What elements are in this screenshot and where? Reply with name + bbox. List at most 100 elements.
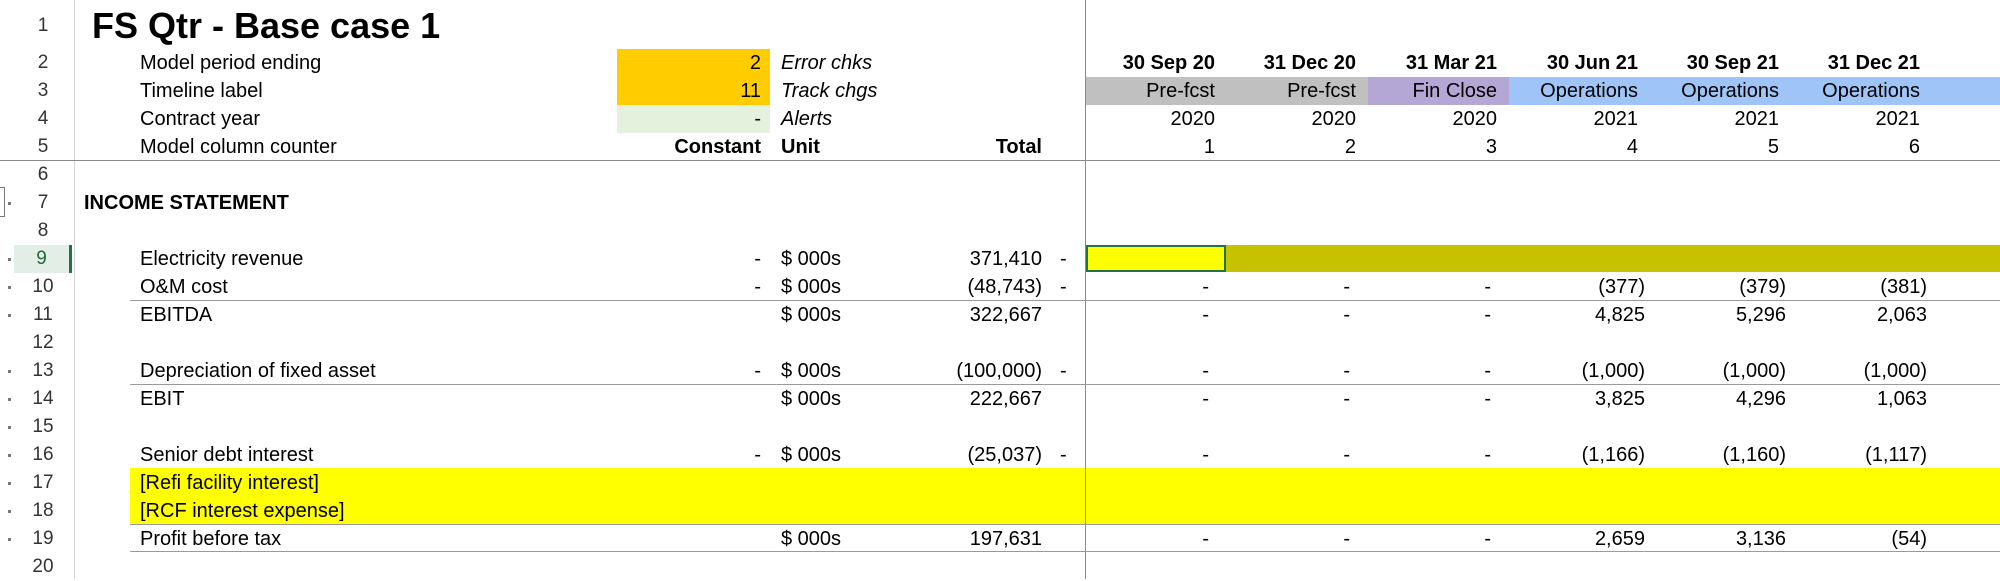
- row-number[interactable]: 19: [14, 525, 72, 553]
- total-header: Total: [995, 136, 1042, 158]
- period-value-cell: -: [1202, 360, 1209, 382]
- total-cell: 197,631: [969, 528, 1042, 550]
- total-cell: 322,667: [969, 304, 1042, 326]
- period-value-cell: 4,296: [1735, 388, 1786, 410]
- outline-level-dot[interactable]: [8, 454, 11, 457]
- row-number[interactable]: 10: [14, 273, 72, 301]
- outline-level-dot[interactable]: [8, 370, 11, 373]
- outline-level-dot[interactable]: [8, 426, 11, 429]
- row-label-refi-facility-interest: [Refi facility interest]: [140, 472, 319, 494]
- row-label-profit-before-tax: Profit before tax: [140, 528, 282, 550]
- period-value-cell: -: [1484, 304, 1491, 326]
- sheet-title: FS Qtr - Base case 1: [92, 5, 441, 46]
- row-number[interactable]: 18: [14, 497, 72, 525]
- outline-level-dot[interactable]: [8, 482, 11, 485]
- period-value-cell: -: [1202, 304, 1209, 326]
- constant-cell: -: [754, 360, 761, 382]
- period-value-cell: 4,825: [1594, 304, 1645, 326]
- label-model-period-ending: Model period ending: [140, 52, 322, 74]
- input-model-period[interactable]: 2: [617, 49, 761, 77]
- period-value-cell: (1,160): [1722, 444, 1786, 466]
- row-label-ebitda: EBITDA: [140, 304, 213, 326]
- period-value-cell: (377): [1598, 276, 1645, 298]
- row-label-ebit: EBIT: [140, 388, 185, 410]
- row-label-rcf-interest-expense: [RCF interest expense]: [140, 500, 345, 522]
- selected-cell[interactable]: [1086, 245, 1226, 272]
- unit-cell: $ 000s: [781, 276, 842, 298]
- row-number[interactable]: 17: [14, 469, 72, 497]
- section-heading-income-statement: INCOME STATEMENT: [84, 192, 289, 214]
- unit-cell: $ 000s: [781, 304, 842, 326]
- outline-level-dot[interactable]: [8, 398, 11, 401]
- unit-header: Unit: [781, 136, 820, 158]
- period-value-cell: (1,000): [1722, 360, 1786, 382]
- row-number[interactable]: 4: [14, 105, 72, 133]
- row-number[interactable]: 7: [14, 189, 72, 217]
- timeline-phase-label: Ope: [1881, 77, 2000, 105]
- period-value-cell: -: [1202, 444, 1209, 466]
- row-number[interactable]: 16: [14, 441, 72, 469]
- input-contract-year[interactable]: -: [617, 105, 761, 133]
- total-cell: (48,743): [967, 276, 1043, 298]
- contract-year-value: 2021: [1875, 108, 1921, 130]
- period-value-cell: 2,063: [1876, 304, 1927, 326]
- row-number[interactable]: 8: [14, 217, 72, 245]
- period-value-cell: -: [1484, 276, 1491, 298]
- placeholder-rows-highlight: [130, 468, 2000, 524]
- outline-level-dot[interactable]: [8, 258, 11, 261]
- outline-group-bracket[interactable]: [0, 187, 5, 217]
- period-value-cell: (379): [1739, 276, 1786, 298]
- row-number[interactable]: 12: [14, 329, 72, 357]
- period-value-cell: 5,296: [1735, 304, 1786, 326]
- period-value-cell: (1,117): [1865, 444, 1927, 466]
- row-label-senior-debt-interest: Senior debt interest: [140, 444, 314, 466]
- error-checks-label: Error chks: [781, 52, 873, 74]
- column-counter-value: 6: [1908, 136, 1920, 158]
- period-value-cell: (1,000): [1863, 360, 1927, 382]
- row-label-depreciation: Depreciation of fixed asset: [140, 360, 376, 382]
- period-value-cell: -: [1343, 360, 1350, 382]
- row-number[interactable]: 3: [14, 77, 72, 105]
- input-timeline[interactable]: 11: [617, 77, 761, 105]
- row-number[interactable]: 20: [14, 553, 72, 581]
- period-value-cell: -: [1343, 444, 1350, 466]
- outline-level-dot[interactable]: [8, 510, 11, 513]
- total-cell: 371,410: [969, 248, 1042, 270]
- unit-cell: $ 000s: [781, 248, 842, 270]
- outline-level-dot[interactable]: [8, 314, 11, 317]
- row-number[interactable]: 13: [14, 357, 72, 385]
- unit-cell: $ 000s: [781, 528, 842, 550]
- period-value-cell: -: [1343, 304, 1350, 326]
- outline-level-dot[interactable]: [8, 286, 11, 289]
- row-number[interactable]: 11: [14, 301, 72, 329]
- period-value-cell: 1,063: [1876, 388, 1927, 410]
- row-number[interactable]: 15: [14, 413, 72, 441]
- row-number[interactable]: 5: [14, 133, 72, 161]
- period-value-cell: -: [1484, 360, 1491, 382]
- constant-header: Constant: [674, 136, 761, 158]
- period-value-cell: -: [1202, 388, 1209, 410]
- outline-level-dot[interactable]: [8, 538, 11, 541]
- constant-cell: -: [754, 248, 761, 270]
- period-value-cell: -: [1343, 388, 1350, 410]
- total-cell: (100,000): [956, 360, 1042, 382]
- label-timeline: Timeline label: [140, 80, 263, 102]
- period-value-cell: (1,000): [1581, 360, 1645, 382]
- unit-cell: $ 000s: [781, 444, 842, 466]
- period-value-cell: -: [1202, 528, 1209, 550]
- row-number[interactable]: 6: [14, 161, 72, 189]
- row-number[interactable]: 9: [14, 245, 72, 273]
- constant-cell: -: [754, 444, 761, 466]
- check-flag-cell: -: [1060, 248, 1067, 270]
- period-value-cell: -: [1343, 528, 1350, 550]
- unit-cell: $ 000s: [781, 388, 842, 410]
- total-cell: 222,667: [969, 388, 1042, 410]
- row-number[interactable]: 14: [14, 385, 72, 413]
- row-number[interactable]: 2: [14, 49, 72, 77]
- row-label-electricity-revenue: Electricity revenue: [140, 248, 304, 270]
- row-number[interactable]: 1: [14, 6, 72, 46]
- period-value-cell: -: [1484, 388, 1491, 410]
- outline-level-dot[interactable]: [8, 202, 11, 205]
- period-value-cell: -: [1343, 276, 1350, 298]
- period-value-cell: 3,825: [1594, 388, 1645, 410]
